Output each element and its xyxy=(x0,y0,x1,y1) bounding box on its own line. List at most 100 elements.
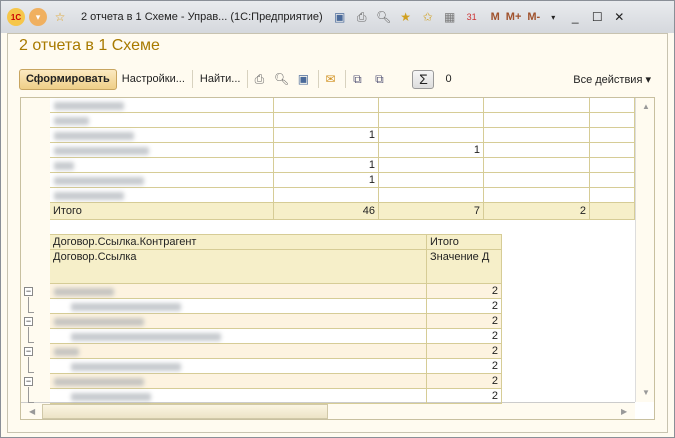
find-button[interactable]: Найти... xyxy=(195,73,246,85)
vertical-scrollbar[interactable]: ▲ ▼ xyxy=(635,98,654,402)
total-label: Итого xyxy=(50,203,274,220)
total-value: 46 xyxy=(274,203,379,220)
table-cell: 2 xyxy=(427,389,502,404)
sum-icon[interactable]: Σ xyxy=(412,69,435,89)
chevron-down-icon[interactable]: ▾ xyxy=(544,8,562,26)
bookmark-icon[interactable]: ✩ xyxy=(419,8,437,26)
table-cell: 2 xyxy=(427,374,502,389)
table-cell: 2 xyxy=(427,314,502,329)
blurred-text xyxy=(54,132,134,140)
divider xyxy=(247,70,249,88)
collapse-group-icon[interactable]: − xyxy=(24,287,33,296)
blurred-text xyxy=(54,348,79,356)
tree-line xyxy=(28,327,34,343)
table-cell xyxy=(590,113,635,128)
table-cell xyxy=(379,98,484,113)
blurred-text xyxy=(54,147,149,155)
table-cell xyxy=(379,173,484,188)
table-cell xyxy=(484,98,590,113)
save-icon[interactable]: ▣ xyxy=(294,70,312,88)
save-icon[interactable]: ▣ xyxy=(331,8,349,26)
table-cell: 2 xyxy=(427,359,502,374)
table-cell: 1 xyxy=(274,158,379,173)
blurred-text xyxy=(71,303,181,311)
scroll-right-icon[interactable]: ▶ xyxy=(621,407,627,416)
table-cell xyxy=(484,173,590,188)
tree-line xyxy=(28,387,34,403)
table-row-label xyxy=(50,158,274,173)
collapse-group-icon[interactable]: − xyxy=(24,317,33,326)
blurred-text xyxy=(54,378,144,386)
table-cell xyxy=(274,143,379,158)
scroll-down-icon[interactable]: ▼ xyxy=(642,388,650,397)
maximize-icon[interactable]: ☐ xyxy=(588,8,606,26)
table-cell xyxy=(274,98,379,113)
table-cell xyxy=(484,113,590,128)
add-favorite-icon[interactable]: ★ xyxy=(397,8,415,26)
memory-m-button[interactable]: M xyxy=(491,11,500,23)
table-cell xyxy=(379,158,484,173)
preview-icon[interactable]: 🔍︎ xyxy=(375,8,393,26)
blurred-text xyxy=(71,333,221,341)
1c-logo-icon[interactable]: 1С xyxy=(7,8,25,26)
table-cell xyxy=(379,113,484,128)
table-cell: 2 xyxy=(427,299,502,314)
collapse-group-icon[interactable]: − xyxy=(24,377,33,386)
column-header: Итого xyxy=(427,234,502,250)
minimize-icon[interactable]: _ xyxy=(566,8,584,26)
blurred-text xyxy=(54,318,144,326)
table-cell xyxy=(590,98,635,113)
horizontal-scrollbar[interactable]: ◀ ▶ xyxy=(21,402,635,419)
sum-value: 0 xyxy=(445,73,452,85)
blurred-text xyxy=(54,117,89,125)
table-cell: 1 xyxy=(274,128,379,143)
column-header: Договор.Ссылка.Контрагент xyxy=(50,234,427,250)
blurred-text xyxy=(54,288,114,296)
total-value: 7 xyxy=(379,203,484,220)
table-cell xyxy=(590,143,635,158)
tree-gutter xyxy=(21,98,50,402)
titlebar: 1С ▾ ☆ 2 отчета в 1 Схеме - Управ... (1С… xyxy=(7,5,632,29)
toolbar: Сформировать Настройки... Найти... ⎙ 🔍︎ … xyxy=(19,68,655,90)
total-cell xyxy=(590,203,635,220)
blurred-text xyxy=(54,192,124,200)
copy-format-icon[interactable]: ⧉ xyxy=(348,70,366,88)
generate-button[interactable]: Сформировать xyxy=(19,68,117,90)
menu-dropdown-icon[interactable]: ▾ xyxy=(29,8,47,26)
table-cell xyxy=(379,188,484,203)
blurred-text xyxy=(54,102,124,110)
memory-minus-button[interactable]: M- xyxy=(527,11,540,23)
paste-format-icon[interactable]: ⧉ xyxy=(370,70,388,88)
table-cell xyxy=(590,128,635,143)
preview-icon[interactable]: 🔍︎ xyxy=(272,70,290,88)
table-cell xyxy=(590,188,635,203)
table-cell xyxy=(484,158,590,173)
close-icon[interactable]: ✕ xyxy=(610,8,628,26)
window-title: 2 отчета в 1 Схеме - Управ... (1С:Предпр… xyxy=(81,11,323,23)
email-icon[interactable]: ✉ xyxy=(321,70,339,88)
tree-line xyxy=(28,297,34,313)
scroll-up-icon[interactable]: ▲ xyxy=(642,102,650,111)
calculator-icon[interactable]: ▦ xyxy=(441,8,459,26)
all-actions-menu[interactable]: Все действия ▾ xyxy=(573,73,651,86)
tree-line xyxy=(28,357,34,373)
table-cell: 1 xyxy=(274,173,379,188)
blurred-text xyxy=(71,363,181,371)
settings-button[interactable]: Настройки... xyxy=(117,73,190,85)
table-cell xyxy=(590,173,635,188)
calendar-icon[interactable]: 31 xyxy=(463,8,481,26)
table-cell: 2 xyxy=(427,329,502,344)
report-spreadsheet[interactable]: ▲ ▼ ◀ ▶ 1 1 1 1 Итого 46 7 2 Договор.Ссылка.Конт… xyxy=(20,97,655,420)
print-icon[interactable]: ⎙ xyxy=(353,8,371,26)
table-row-label xyxy=(50,344,427,359)
table-cell xyxy=(274,113,379,128)
blurred-text xyxy=(54,177,144,185)
blurred-text xyxy=(71,393,151,401)
collapse-group-icon[interactable]: − xyxy=(24,347,33,356)
favorites-star-icon[interactable]: ☆ xyxy=(51,8,69,26)
memory-plus-button[interactable]: M+ xyxy=(506,11,522,23)
column-header: Значение Д xyxy=(427,250,502,284)
scroll-left-icon[interactable]: ◀ xyxy=(29,407,35,416)
scroll-thumb[interactable] xyxy=(42,404,328,419)
print-icon[interactable]: ⎙ xyxy=(250,70,268,88)
